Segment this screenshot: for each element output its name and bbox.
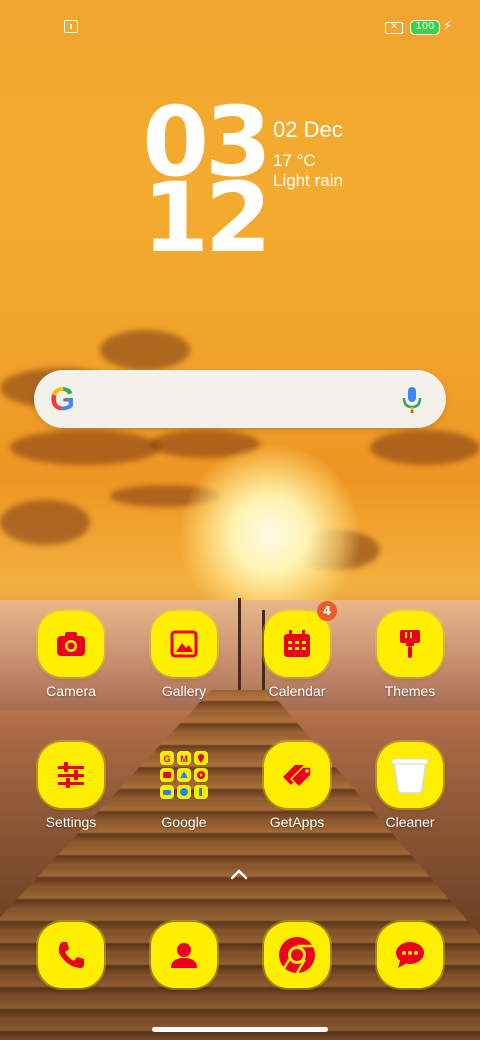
mic-icon[interactable] [402, 386, 422, 414]
app-gallery[interactable]: Gallery [139, 611, 229, 699]
svg-text:G: G [163, 754, 170, 764]
sim-off-icon: ✕ [385, 22, 403, 34]
calendar-icon: 4 [264, 601, 337, 677]
app-settings[interactable]: Settings [26, 742, 116, 830]
home-screen: ✕ 100 ⚡ 03 12 02 Dec 17 °C Light rain G … [0, 0, 480, 1040]
app-themes[interactable]: Themes [365, 611, 455, 699]
paintbrush-icon [377, 611, 443, 677]
clock-widget[interactable]: 03 12 [140, 94, 272, 274]
wallpaper-cloud [370, 430, 480, 465]
wallpaper-sun [180, 445, 360, 625]
app-label: Calendar [268, 683, 326, 699]
app-google-folder[interactable]: G M Google [139, 742, 229, 830]
wallpaper-cloud [0, 500, 90, 545]
chrome-icon [264, 922, 330, 988]
dock-chrome[interactable] [252, 922, 342, 988]
image-icon [151, 611, 217, 677]
app-drawer-chevron-up-icon[interactable] [229, 866, 249, 882]
app-label: Camera [46, 683, 96, 699]
camera-icon [38, 611, 104, 677]
app-label: Settings [45, 814, 97, 830]
app-label: Cleaner [385, 814, 435, 830]
google-search-bar[interactable]: G [34, 370, 446, 428]
gesture-home-bar[interactable] [152, 1027, 328, 1032]
battery-icon: 100 [410, 20, 440, 35]
dock-messages[interactable] [365, 922, 455, 988]
trash-bin-icon [377, 742, 443, 808]
notification-icon [64, 20, 78, 33]
app-cleaner[interactable]: Cleaner [365, 742, 455, 830]
wallpaper-cloud [10, 430, 160, 465]
app-calendar[interactable]: 4 Calendar [252, 601, 342, 699]
app-label: Themes [384, 683, 436, 699]
charging-icon: ⚡ [443, 19, 453, 34]
folder-icon: G M [151, 742, 217, 808]
dock-contacts[interactable] [139, 922, 229, 988]
app-label: GetApps [269, 814, 325, 830]
date-label: 02 Dec [273, 117, 343, 142]
phone-icon [38, 922, 104, 988]
tags-icon [264, 742, 330, 808]
svg-text:M: M [180, 754, 188, 764]
sliders-icon [38, 742, 104, 808]
temperature-label: 17 °C [273, 151, 316, 170]
app-camera[interactable]: Camera [26, 611, 116, 699]
notification-badge: 4 [317, 601, 337, 621]
messages-icon [377, 922, 443, 988]
google-logo-icon: G [50, 382, 80, 416]
app-label: Gallery [161, 683, 207, 699]
weather-condition: Light rain [273, 171, 343, 190]
app-getapps[interactable]: GetApps [252, 742, 342, 830]
contacts-icon [151, 922, 217, 988]
dock-phone[interactable] [26, 922, 116, 988]
clock-minute: 12 [142, 162, 272, 274]
status-bar: ✕ 100 ⚡ [0, 0, 480, 56]
wallpaper-post [238, 598, 241, 690]
app-label: Google [161, 814, 207, 830]
wallpaper-cloud [100, 330, 190, 370]
